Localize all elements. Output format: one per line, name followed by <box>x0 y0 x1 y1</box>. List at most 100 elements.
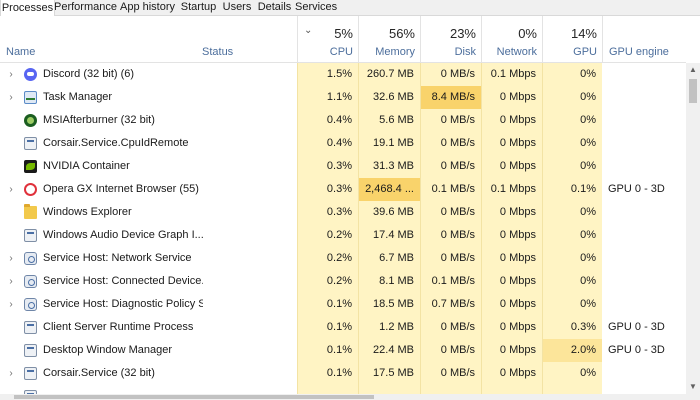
expand-chevron-icon[interactable]: › <box>6 385 16 394</box>
table-row[interactable]: › Opera GX Internet Browser (55) 0.3% 2,468… <box>0 178 686 201</box>
disk-value: 0 MB/s <box>420 109 481 132</box>
memory-value: 5.6 MB <box>358 109 420 132</box>
tab-processes[interactable]: Processes <box>0 0 55 16</box>
gpu-value: 0% <box>542 132 602 155</box>
tab-startup[interactable]: Startup <box>177 0 220 15</box>
memory-value: 32.6 MB <box>358 86 420 109</box>
expand-chevron-icon[interactable]: › <box>6 63 16 86</box>
column-network[interactable]: 0% Network <box>481 16 543 62</box>
expand-chevron-icon[interactable]: › <box>6 247 16 270</box>
process-name: Corsair.Service.CpuIdRemote <box>43 137 189 149</box>
tab-app-history[interactable]: App history <box>118 0 177 15</box>
process-name: Task Manager <box>43 91 113 103</box>
process-list: › Discord (32 bit) (6) 1.5% 260.7 MB 0 MB/s 0… <box>0 63 686 394</box>
vertical-scroll-thumb[interactable] <box>689 79 697 103</box>
gpu-engine-column-label: GPU engine <box>609 46 669 58</box>
column-disk[interactable]: 23% Disk <box>420 16 482 62</box>
scroll-up-arrow-icon[interactable]: ▲ <box>686 63 700 77</box>
table-row[interactable]: Desktop Window Manager 0.1% 22.4 MB 0 MB/s 0… <box>0 339 686 362</box>
table-row[interactable]: › Service Host: Connected Device... 0.2% 8.… <box>0 270 686 293</box>
network-value: 0 Mbps <box>481 86 542 109</box>
network-value: 0 Mbps <box>481 109 542 132</box>
memory-value: 39.6 MB <box>358 201 420 224</box>
column-cpu[interactable]: ⌄ 5% CPU <box>297 16 359 62</box>
memory-value: 31.3 MB <box>358 155 420 178</box>
network-value: 0 Mbps <box>481 155 542 178</box>
disk-value: 8.4 MB/s <box>420 86 481 109</box>
column-header: Name Status ⌄ 5% CPU 56% Memory 23% Disk… <box>0 16 686 63</box>
gpu-engine-value <box>602 247 686 270</box>
network-value <box>481 385 542 394</box>
disk-value: 0.1 MB/s <box>420 178 481 201</box>
network-column-label: Network <box>496 46 537 58</box>
process-name: MSIAfterburner (32 bit) <box>43 114 155 126</box>
disk-value: 0 MB/s <box>420 339 481 362</box>
memory-value: 17.4 MB <box>358 224 420 247</box>
vertical-scrollbar[interactable]: ▲ ▼ <box>686 63 700 394</box>
expand-chevron-icon[interactable]: › <box>6 270 16 293</box>
process-name: NVIDIA Container <box>43 160 130 172</box>
memory-total-percent: 56% <box>388 26 415 41</box>
network-total-percent: 0% <box>518 26 537 41</box>
process-name: Windows Explorer <box>43 206 132 218</box>
table-row[interactable]: Client Server Runtime Process 0.1% 1.2 MB 0… <box>0 316 686 339</box>
column-memory[interactable]: 56% Memory <box>358 16 421 62</box>
column-name[interactable]: Name <box>0 16 196 62</box>
process-name <box>43 385 203 394</box>
tab-users[interactable]: Users <box>220 0 254 15</box>
table-row[interactable]: MSIAfterburner (32 bit) 0.4% 5.6 MB 0 MB/s 0… <box>0 109 686 132</box>
disk-value: 0.1 MB/s <box>420 270 481 293</box>
gpu-value: 0% <box>542 86 602 109</box>
expand-chevron-icon[interactable]: › <box>6 362 16 385</box>
scroll-down-arrow-icon[interactable]: ▼ <box>686 380 700 394</box>
gpu-value: 2.0% <box>542 339 602 362</box>
table-row[interactable]: › Service Host: Diagnostic Policy S... 0.1… <box>0 293 686 316</box>
table-row[interactable]: › Corsair.Service (32 bit) 0.1% 17.5 MB 0 MB… <box>0 362 686 385</box>
cpu-value: 0.1% <box>297 293 358 316</box>
sort-chevron-down-icon: ⌄ <box>304 25 313 36</box>
process-name: Discord (32 bit) (6) <box>43 68 135 80</box>
expand-chevron-icon[interactable]: › <box>6 293 16 316</box>
table-row[interactable]: Windows Explorer 0.3% 39.6 MB 0 MB/s 0 Mbps 0… <box>0 201 686 224</box>
memory-value: 18.5 MB <box>358 293 420 316</box>
disk-column-label: Disk <box>454 46 476 58</box>
memory-value: 17.5 MB <box>358 362 420 385</box>
application-icon <box>24 344 37 357</box>
column-gpu[interactable]: 14% GPU <box>542 16 603 62</box>
process-name: Corsair.Service (32 bit) <box>43 367 155 379</box>
column-gpu-engine[interactable]: GPU engine <box>602 16 687 62</box>
cpu-value: 0.4% <box>297 132 358 155</box>
network-value: 0.1 Mbps <box>481 63 542 86</box>
cpu-value: 0.2% <box>297 224 358 247</box>
network-value: 0.1 Mbps <box>481 178 542 201</box>
expand-chevron-icon[interactable]: › <box>6 86 16 109</box>
table-row[interactable]: › <box>0 385 686 394</box>
gpu-column-label: GPU <box>573 46 597 58</box>
expand-chevron-icon[interactable]: › <box>6 178 16 201</box>
memory-value: 6.7 MB <box>358 247 420 270</box>
disk-total-percent: 23% <box>449 26 476 41</box>
gpu-value: 0% <box>542 247 602 270</box>
column-status[interactable]: Status <box>196 16 297 62</box>
cpu-value: 0.2% <box>297 247 358 270</box>
column-status-label: Status <box>202 46 234 58</box>
disk-value: 0 MB/s <box>420 155 481 178</box>
table-row[interactable]: NVIDIA Container 0.3% 31.3 MB 0 MB/s 0 Mbps 0… <box>0 155 686 178</box>
tab-details[interactable]: Details <box>254 0 295 15</box>
disk-value: 0 MB/s <box>420 362 481 385</box>
table-row[interactable]: Windows Audio Device Graph I... 0.2% 17.4 … <box>0 224 686 247</box>
horizontal-scroll-thumb[interactable] <box>14 395 374 399</box>
table-row[interactable]: Corsair.Service.CpuIdRemote 0.4% 19.1 MB 0 … <box>0 132 686 155</box>
folder-icon <box>24 204 37 219</box>
table-row[interactable]: › Service Host: Network Service 0.2% 6.7 MB… <box>0 247 686 270</box>
table-row[interactable]: › Task Manager 1.1% 32.6 MB 8.4 MB/s 0 Mbps 0% <box>0 86 686 109</box>
cpu-value: 1.1% <box>297 86 358 109</box>
table-row[interactable]: › Discord (32 bit) (6) 1.5% 260.7 MB 0 MB/s 0… <box>0 63 686 86</box>
gpu-engine-value: GPU 0 - 3D <box>608 344 665 356</box>
cpu-value: 0.3% <box>297 178 358 201</box>
tab-services[interactable]: Services <box>295 0 337 15</box>
gpu-value: 0% <box>542 109 602 132</box>
gpu-value: 0.1% <box>542 178 602 201</box>
tab-performance[interactable]: Performance <box>53 0 118 15</box>
horizontal-scrollbar[interactable] <box>0 394 700 400</box>
